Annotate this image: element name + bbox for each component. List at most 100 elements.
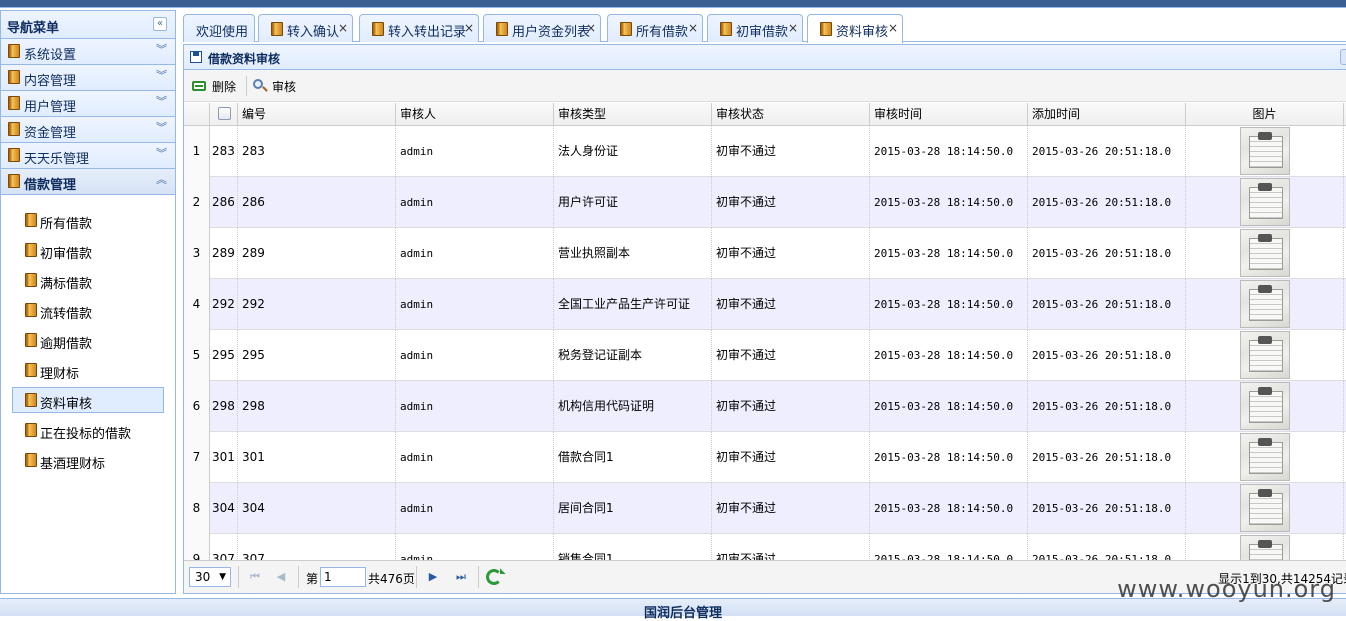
chevron-down-icon[interactable]: ︾ bbox=[156, 95, 167, 109]
refresh-icon[interactable] bbox=[486, 569, 502, 585]
document-thumbnail[interactable] bbox=[1240, 127, 1290, 175]
accordion-5[interactable]: 借款管理 ︽ bbox=[1, 169, 175, 195]
next-page-icon[interactable]: ▶ bbox=[426, 570, 440, 584]
col-header-auditor[interactable]: 审核人 bbox=[396, 103, 554, 126]
audit-time-cell: 2015-03-28 18:14:50.0 bbox=[870, 228, 1028, 279]
close-icon[interactable]: × bbox=[464, 21, 474, 35]
accordion-4[interactable]: 天天乐管理 ︾ bbox=[1, 143, 175, 169]
sidebar-item-3[interactable]: 流转借款 bbox=[12, 297, 164, 323]
tab-5[interactable]: 初审借款 × bbox=[707, 14, 803, 42]
collapse-icon[interactable]: « bbox=[153, 17, 167, 31]
panel-tool-icon[interactable] bbox=[1340, 49, 1346, 65]
tab-label: 资料审核 bbox=[836, 25, 889, 40]
accordion-label: 内容管理 bbox=[24, 74, 77, 89]
accordion-2[interactable]: 用户管理 ︾ bbox=[1, 91, 175, 117]
chevron-down-icon[interactable]: ︾ bbox=[156, 43, 167, 57]
chevron-down-icon[interactable]: ︾ bbox=[156, 121, 167, 135]
delete-label: 删除 bbox=[212, 80, 237, 94]
accordion-1[interactable]: 内容管理 ︾ bbox=[1, 65, 175, 91]
close-icon[interactable]: × bbox=[788, 21, 798, 35]
pager-separator bbox=[298, 566, 299, 588]
close-icon[interactable]: × bbox=[338, 21, 348, 35]
close-icon[interactable]: × bbox=[888, 21, 898, 35]
document-thumbnail[interactable] bbox=[1240, 229, 1290, 277]
chevron-down-icon[interactable]: ︾ bbox=[156, 69, 167, 83]
select-all-checkbox[interactable] bbox=[218, 107, 231, 120]
sidebar-item-label: 初审借款 bbox=[40, 247, 93, 262]
table-row[interactable]: 5 295 295 admin 税务登记证副本 初审不通过 2015-03-28 18:14… bbox=[184, 330, 1346, 381]
sidebar-item-1[interactable]: 初审借款 bbox=[12, 237, 164, 263]
accordion-0[interactable]: 系统设置 ︾ bbox=[1, 39, 175, 65]
table-row[interactable]: 7 301 301 admin 借款合同1 初审不通过 2015-03-28 18:14:5… bbox=[184, 432, 1346, 483]
add-time-cell: 2015-03-26 20:51:18.0 bbox=[1028, 177, 1186, 228]
last-page-icon[interactable]: ⏭ bbox=[454, 570, 468, 584]
tab-1[interactable]: 转入确认 × bbox=[258, 14, 353, 42]
document-thumbnail[interactable] bbox=[1240, 178, 1290, 226]
prev-page-icon[interactable]: ◀ bbox=[274, 570, 288, 584]
auditor-cell: admin bbox=[396, 483, 554, 534]
type-cell: 居间合同1 bbox=[554, 483, 712, 534]
table-row[interactable]: 6 298 298 admin 机构信用代码证明 初审不通过 2015-03-28 18:1… bbox=[184, 381, 1346, 432]
first-page-icon[interactable]: ⏮ bbox=[248, 570, 262, 584]
col-header-type[interactable]: 审核类型 bbox=[554, 103, 712, 126]
type-cell: 借款合同1 bbox=[554, 432, 712, 483]
id-cell: 298 bbox=[238, 381, 396, 432]
auditor-cell: admin bbox=[396, 177, 554, 228]
sidebar-item-5[interactable]: 理财标 bbox=[12, 357, 164, 383]
close-icon[interactable]: × bbox=[688, 21, 698, 35]
page-size-select[interactable]: 30 bbox=[189, 567, 231, 587]
col-header-id[interactable]: 编号 bbox=[238, 103, 396, 126]
sidebar-item-0[interactable]: 所有借款 bbox=[12, 207, 164, 233]
folder-icon bbox=[25, 393, 37, 407]
row-id-cell: 283 bbox=[210, 126, 238, 177]
tab-4[interactable]: 所有借款 × bbox=[607, 14, 703, 42]
folder-icon bbox=[8, 122, 20, 136]
tab-3[interactable]: 用户资金列表 × bbox=[483, 14, 601, 42]
sidebar-item-label: 流转借款 bbox=[40, 307, 93, 322]
col-header-audit-time[interactable]: 审核时间 bbox=[870, 103, 1028, 126]
type-cell: 营业执照副本 bbox=[554, 228, 712, 279]
folder-icon bbox=[372, 22, 384, 36]
chevron-up-icon[interactable]: ︽ bbox=[156, 173, 167, 187]
document-thumbnail[interactable] bbox=[1240, 331, 1290, 379]
tab-2[interactable]: 转入转出记录 × bbox=[359, 14, 479, 42]
id-cell: 286 bbox=[238, 177, 396, 228]
document-thumbnail[interactable] bbox=[1240, 433, 1290, 481]
document-thumbnail[interactable] bbox=[1240, 535, 1290, 560]
close-icon[interactable]: × bbox=[586, 21, 596, 35]
tab-label: 欢迎使用 bbox=[196, 25, 249, 40]
table-row[interactable]: 3 289 289 admin 营业执照副本 初审不通过 2015-03-28 18:14:… bbox=[184, 228, 1346, 279]
chevron-down-icon[interactable]: ︾ bbox=[156, 147, 167, 161]
sidebar-item-4[interactable]: 逾期借款 bbox=[12, 327, 164, 353]
sidebar-title: 导航菜单 bbox=[7, 21, 60, 36]
table-row[interactable]: 8 304 304 admin 居间合同1 初审不通过 2015-03-28 18:14:5… bbox=[184, 483, 1346, 534]
status-cell: 初审不通过 bbox=[712, 534, 870, 560]
sidebar-item-label: 理财标 bbox=[40, 367, 80, 382]
document-thumbnail[interactable] bbox=[1240, 484, 1290, 532]
tab-6[interactable]: 资料审核 × bbox=[807, 14, 903, 43]
tab-0[interactable]: 欢迎使用 bbox=[183, 14, 255, 42]
row-number-header bbox=[184, 103, 210, 126]
table-row[interactable]: 4 292 292 admin 全国工业产品生产许可证 初审不通过 2015-03-28 1… bbox=[184, 279, 1346, 330]
document-thumbnail[interactable] bbox=[1240, 280, 1290, 328]
grid-header: 编号 审核人 审核类型 审核状态 审核时间 添加时间 图片 bbox=[184, 103, 1346, 126]
accordion-3[interactable]: 资金管理 ︾ bbox=[1, 117, 175, 143]
delete-button[interactable]: 删除 bbox=[192, 77, 242, 95]
audit-button[interactable]: 审核 bbox=[252, 77, 302, 95]
col-header-image[interactable]: 图片 bbox=[1186, 103, 1344, 126]
sidebar-item-2[interactable]: 满标借款 bbox=[12, 267, 164, 293]
col-header-status[interactable]: 审核状态 bbox=[712, 103, 870, 126]
table-row[interactable]: 1 283 283 admin 法人身份证 初审不通过 2015-03-28 18:14:5… bbox=[184, 126, 1346, 177]
sidebar-item-6[interactable]: 资料审核 bbox=[12, 387, 164, 413]
folder-icon bbox=[25, 303, 37, 317]
col-header-add-time[interactable]: 添加时间 bbox=[1028, 103, 1186, 126]
sidebar-item-8[interactable]: 基酒理财标 bbox=[12, 447, 164, 473]
type-cell: 税务登记证副本 bbox=[554, 330, 712, 381]
page-number-input[interactable]: 1 bbox=[320, 567, 366, 587]
panel-header: 借款资料审核 bbox=[184, 45, 1346, 70]
table-row[interactable]: 9 307 307 admin 销售合同1 初审不通过 2015-03-28 18:14:5… bbox=[184, 534, 1346, 560]
table-row[interactable]: 2 286 286 admin 用户许可证 初审不通过 2015-03-28 18:14:5… bbox=[184, 177, 1346, 228]
sidebar-item-label: 满标借款 bbox=[40, 277, 93, 292]
sidebar-item-7[interactable]: 正在投标的借款 bbox=[12, 417, 164, 443]
document-thumbnail[interactable] bbox=[1240, 382, 1290, 430]
